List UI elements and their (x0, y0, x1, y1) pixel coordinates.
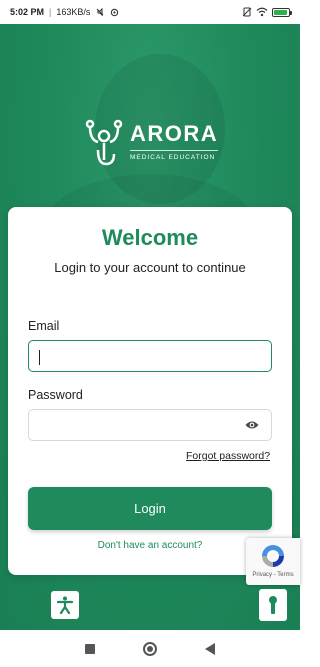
accessibility-button[interactable] (51, 591, 79, 619)
status-bar: 5:02 PM | 163KB/s (0, 0, 300, 24)
recaptcha-links[interactable]: Privacy - Terms (246, 572, 300, 578)
keyhole-icon (269, 596, 277, 614)
welcome-title: Welcome (101, 225, 199, 250)
stethoscope-logo-icon (85, 119, 123, 166)
eye-icon[interactable] (245, 420, 259, 430)
android-nav-bar (0, 630, 300, 667)
no-sim-icon (242, 7, 252, 17)
settings-icon (111, 8, 119, 16)
recaptcha-badge[interactable]: Privacy - Terms (246, 538, 300, 585)
home-icon[interactable] (143, 641, 157, 656)
recents-icon[interactable] (85, 643, 95, 654)
wifi-icon (256, 7, 268, 17)
password-field[interactable] (28, 409, 272, 441)
email-label: Email (28, 319, 60, 333)
email-field[interactable] (28, 340, 272, 372)
brand-tagline: MEDICAL EDUCATION (130, 150, 219, 161)
help-button[interactable] (259, 589, 287, 621)
accessibility-icon (57, 596, 73, 614)
text-cursor (39, 350, 40, 365)
status-separator: | (49, 7, 52, 17)
brand-logo: ARORA MEDICAL EDUCATION (84, 116, 219, 168)
battery-icon (272, 7, 292, 17)
brand-text: ARORA MEDICAL EDUCATION (130, 121, 219, 161)
password-label: Password (28, 388, 83, 402)
brand-name: ARORA (130, 121, 219, 146)
battery-fill (274, 9, 287, 15)
mute-icon (97, 7, 104, 17)
forgot-password-link[interactable]: Forgot password? (186, 450, 270, 462)
login-button[interactable]: Login (28, 487, 272, 530)
back-icon[interactable] (205, 642, 215, 655)
login-card: Welcome Login to your account to continu… (8, 207, 292, 575)
status-time: 5:02 PM (10, 7, 45, 17)
net-speed: 163KB/s (56, 7, 91, 17)
recaptcha-icon (262, 545, 284, 567)
login-subtitle: Login to your account to continue (54, 260, 246, 275)
